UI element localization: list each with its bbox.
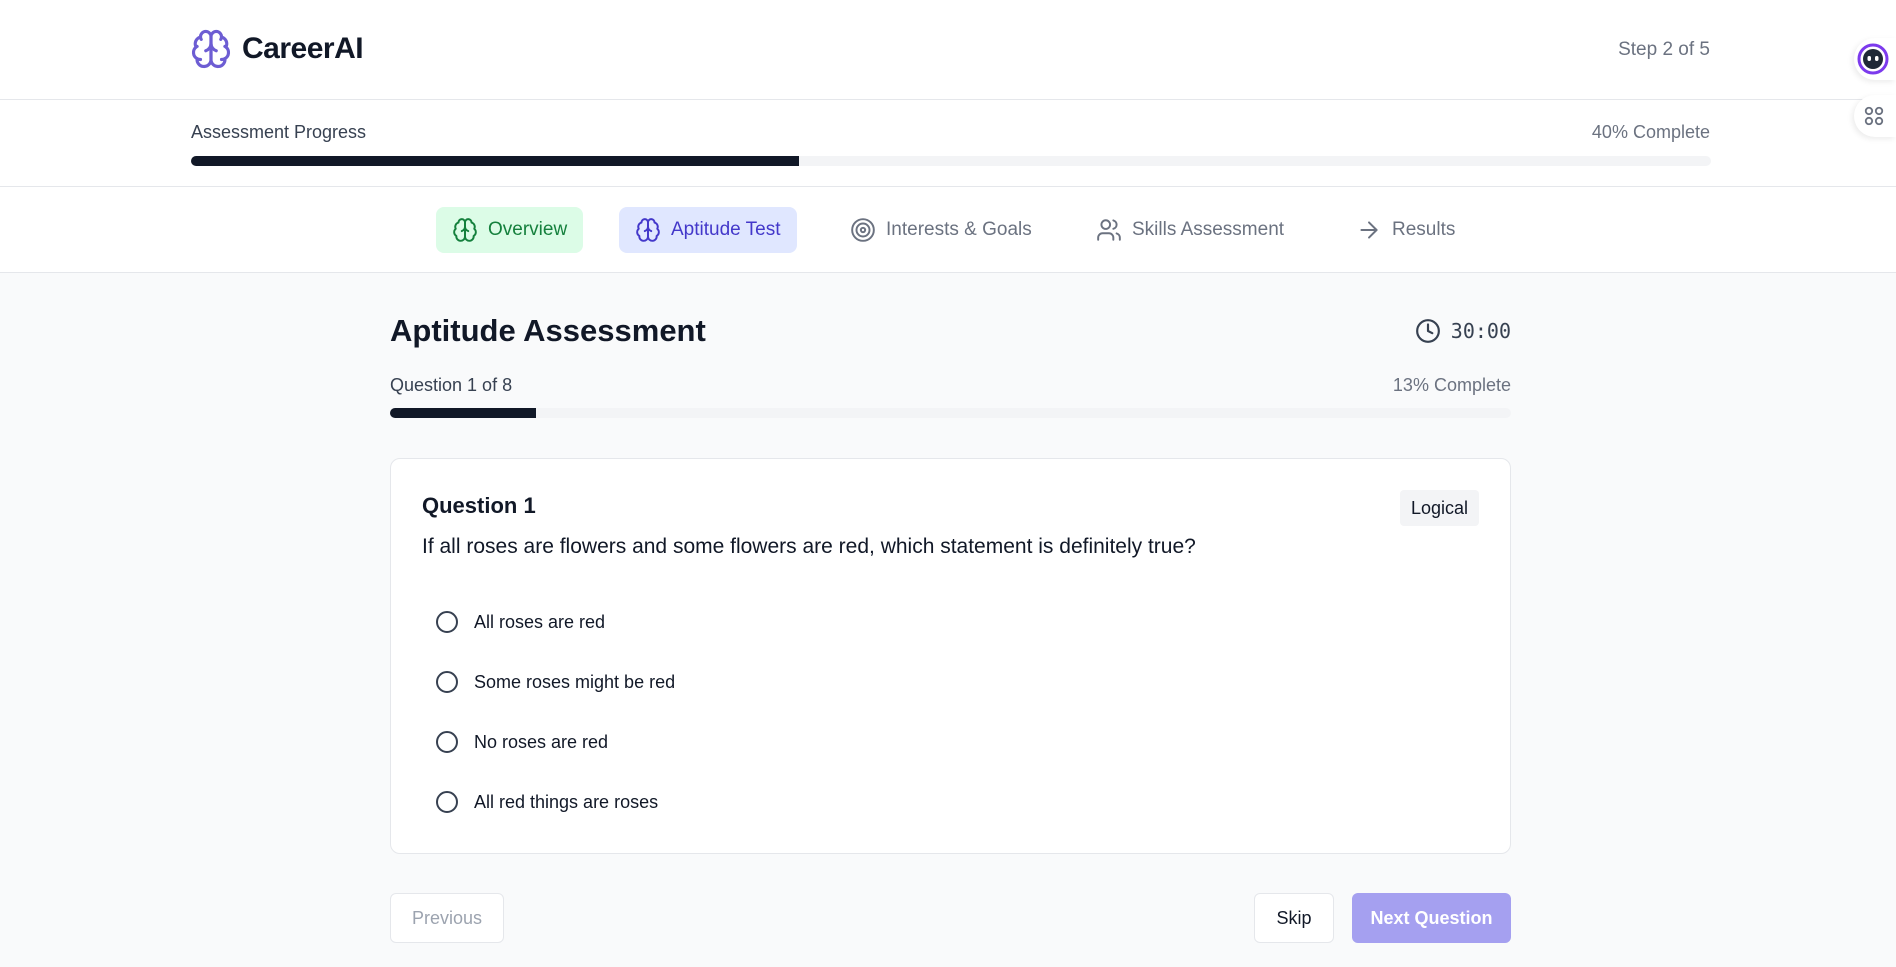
answer-options: All roses are red Some roses might be re… bbox=[436, 592, 675, 832]
tab-bar: Overview Aptitude Test Interests & Goals… bbox=[0, 187, 1896, 273]
step-indicator: Step 2 of 5 bbox=[1618, 39, 1710, 60]
assessment-progress-section: Assessment Progress 40% Complete bbox=[0, 100, 1896, 187]
answer-option[interactable]: Some roses might be red bbox=[436, 652, 675, 712]
tab-aptitude-test[interactable]: Aptitude Test bbox=[619, 207, 797, 253]
answer-option[interactable]: All roses are red bbox=[436, 592, 675, 652]
tab-overview-label: Overview bbox=[488, 219, 568, 240]
previous-button[interactable]: Previous bbox=[390, 893, 504, 943]
assessment-progress-percent: 40% Complete bbox=[1591, 122, 1710, 142]
question-text: If all roses are flowers and some flower… bbox=[422, 535, 1196, 558]
tab-results[interactable]: Results bbox=[1340, 207, 1471, 253]
assistant-face-icon bbox=[1857, 43, 1889, 75]
tab-skills-assessment-label: Skills Assessment bbox=[1132, 219, 1285, 240]
tab-aptitude-test-label: Aptitude Test bbox=[671, 219, 781, 240]
radio-button[interactable] bbox=[436, 731, 458, 753]
question-progress-bar bbox=[390, 408, 1511, 418]
logo[interactable]: CareerAI bbox=[190, 28, 364, 70]
tab-skills-assessment[interactable]: Skills Assessment bbox=[1080, 207, 1300, 253]
answer-option-label: Some roses might be red bbox=[474, 671, 676, 692]
assistant-widget[interactable] bbox=[1854, 38, 1896, 80]
question-title: Question 1 bbox=[422, 493, 536, 518]
timer-value: 30:00 bbox=[1450, 319, 1511, 343]
tab-overview[interactable]: Overview bbox=[436, 207, 584, 253]
tab-interests-goals-label: Interests & Goals bbox=[886, 219, 1032, 240]
app-header: CareerAI Step 2 of 5 bbox=[0, 0, 1896, 100]
arrow-right-icon bbox=[1360, 221, 1378, 239]
brain-logo-icon bbox=[191, 29, 231, 69]
assessment-progress-label: Assessment Progress bbox=[191, 122, 367, 142]
question-count: Question 1 of 8 bbox=[390, 375, 513, 395]
assessment-progress-fill bbox=[191, 156, 799, 166]
radio-button[interactable] bbox=[436, 791, 458, 813]
assessment-progress-bar bbox=[191, 156, 1711, 166]
answer-option[interactable]: All red things are roses bbox=[436, 772, 675, 832]
answer-option-label: No roses are red bbox=[474, 731, 609, 752]
next-question-button[interactable]: Next Question bbox=[1352, 893, 1511, 943]
target-icon bbox=[851, 218, 875, 242]
brand-name: CareerAI bbox=[242, 32, 364, 65]
timer: 30:00 bbox=[1415, 318, 1511, 344]
radio-button[interactable] bbox=[436, 671, 458, 693]
radio-button[interactable] bbox=[436, 611, 458, 633]
tab-results-label: Results bbox=[1392, 219, 1456, 240]
answer-option-label: All roses are red bbox=[474, 611, 606, 632]
question-card: Question 1 Logical If all roses are flow… bbox=[390, 458, 1511, 854]
brain-icon bbox=[453, 218, 477, 242]
answer-option[interactable]: No roses are red bbox=[436, 712, 675, 772]
category-badge: Logical bbox=[1399, 490, 1479, 526]
clock-icon bbox=[1415, 319, 1440, 343]
answer-option-label: All red things are roses bbox=[474, 791, 659, 812]
question-progress-percent: 13% Complete bbox=[1392, 375, 1511, 395]
users-icon bbox=[1097, 219, 1121, 241]
skip-button[interactable]: Skip bbox=[1254, 893, 1334, 943]
question-progress-fill bbox=[390, 408, 536, 418]
apps-widget[interactable] bbox=[1854, 95, 1896, 137]
grid-icon bbox=[1864, 106, 1884, 126]
tab-interests-goals[interactable]: Interests & Goals bbox=[834, 207, 1048, 253]
page-title: Aptitude Assessment bbox=[390, 313, 706, 348]
brain-icon bbox=[636, 218, 660, 242]
